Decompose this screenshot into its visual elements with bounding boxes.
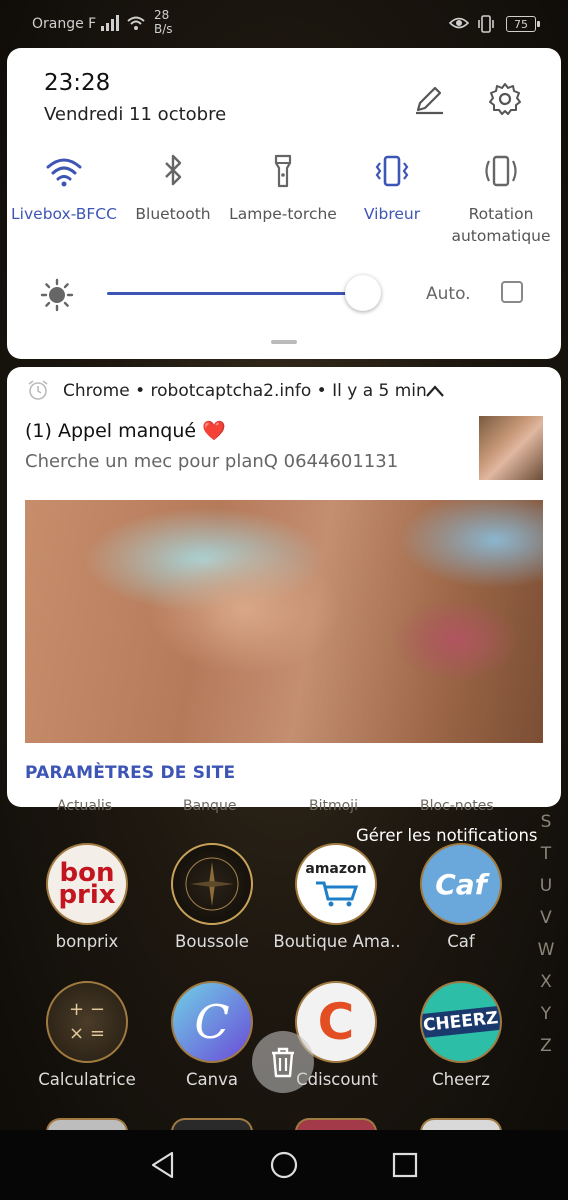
recents-icon[interactable] [390,1150,420,1180]
app-label: Caf [447,932,475,951]
status-bar: Orange F 28 B/s 75 [0,0,568,48]
caf-logo: Caf [435,867,487,901]
wifi-icon [46,158,82,187]
home-icon[interactable] [269,1150,299,1180]
delete-button[interactable] [252,1031,314,1093]
wifi-status-icon [127,16,145,30]
peek-app-label: Actualis [57,798,113,814]
navigation-bar [0,1130,568,1200]
alphabet-letter[interactable]: X [535,966,557,998]
canva-logo: C [194,995,230,1049]
tile-flashlight-label: Lampe-torche [229,205,337,223]
alarm-clock-icon [28,380,48,400]
app-cheerz[interactable]: CHEERZ [420,981,502,1063]
alphabet-letter[interactable]: U [535,870,557,902]
heart-emoji: ❤️ [202,420,226,442]
clock-date: Vendredi 11 octobre [44,104,227,125]
rotation-icon [485,155,517,187]
tile-bluetooth[interactable]: Bluetooth [117,153,229,225]
chevron-up-icon[interactable] [425,383,445,399]
notification-header: Chrome • robotcaptcha2.info • Il y a 5 m… [63,381,427,401]
tile-auto-rotate[interactable]: Rotation automatique [445,153,557,247]
auto-brightness-checkbox[interactable] [501,281,523,303]
brightness-sun-icon [40,278,74,312]
edit-pencil-icon[interactable] [412,82,446,116]
alphabet-index[interactable]: S T U V W X Y Z [535,806,557,1062]
notification-title: (1) Appel manqué ❤️ [25,419,226,442]
alphabet-letter[interactable]: T [535,838,557,870]
cdiscount-logo: C [317,993,355,1051]
tile-vibrate-label: Vibreur [363,205,421,223]
app-label: Boutique Ama.. [273,932,401,951]
tile-flashlight[interactable]: Lampe-torche [227,153,339,225]
notification-thumbnail [479,416,543,480]
vibrate-status-icon [478,15,494,33]
app-caf[interactable]: Caf [420,843,502,925]
app-label: Boussole [175,932,249,951]
carrier-name: Orange F [32,16,97,32]
clock-time: 23:28 [44,70,111,96]
tile-auto-rotate-label-line2: automatique [451,227,551,245]
brightness-slider-track[interactable] [107,292,357,295]
chrome-notification[interactable]: Chrome • robotcaptcha2.info • Il y a 5 m… [7,367,561,807]
signal-icon [101,15,119,31]
trash-icon [272,1047,294,1078]
quick-settings-panel: 23:28 Vendredi 11 octobre Livebox-BFCC B… [7,48,561,359]
network-speed: 28 B/s [154,8,173,36]
app-label: Cheerz [432,1070,490,1089]
manage-notifications-link[interactable]: Gérer les notifications [356,826,538,845]
alphabet-letter[interactable]: W [535,934,557,966]
app-label: Calculatrice [38,1070,136,1089]
tile-wifi-label: Livebox-BFCC [11,205,117,223]
peek-app-label: Bloc-notes [420,798,494,814]
shopping-cart-icon [316,881,359,907]
app-amazon-shop[interactable]: amazon [295,843,377,925]
network-speed-unit: B/s [154,22,173,36]
auto-brightness-label: Auto. [426,284,471,304]
alphabet-letter[interactable]: Z [535,1030,557,1062]
alphabet-letter[interactable]: Y [535,998,557,1030]
tile-bluetooth-label: Bluetooth [135,205,211,223]
network-speed-value: 28 [154,8,170,22]
bonprix-logo-bottom: prix [58,880,116,910]
app-label: bonprix [55,932,119,951]
vibrate-icon [375,155,409,187]
bluetooth-icon [165,154,182,186]
app-compass[interactable] [171,843,253,925]
cheerz-logo: CHEERZ [422,1005,500,1039]
peek-app-label: Banque [183,798,237,814]
back-icon[interactable] [148,1150,178,1180]
calculator-icon: + − × = [69,999,105,1044]
eye-comfort-icon [449,17,469,29]
alphabet-letter[interactable]: V [535,902,557,934]
app-calculator[interactable]: + − × = [46,981,128,1063]
gear-icon[interactable] [487,81,523,117]
notification-big-picture [25,500,543,743]
compass-icon [185,857,239,911]
amazon-logo-text: amazon [305,861,367,877]
site-settings-button[interactable]: PARAMÈTRES DE SITE [25,763,235,783]
battery-icon: 75 [506,16,540,32]
app-canva[interactable]: C [171,981,253,1063]
peek-app-label: Bitmoji [309,798,358,814]
app-bonprix[interactable]: bon prix [46,843,128,925]
tile-auto-rotate-label: Rotation automatique [445,203,557,247]
brightness-slider-thumb[interactable] [345,275,381,311]
tile-auto-rotate-label-line1: Rotation [468,205,534,223]
notification-title-text: (1) Appel manqué [25,420,197,442]
tile-wifi[interactable]: Livebox-BFCC [8,153,120,225]
flashlight-icon [274,154,292,188]
alphabet-letter[interactable]: S [535,806,557,838]
panel-drag-handle[interactable] [271,340,297,344]
notification-body: Cherche un mec pour planQ 0644601131 [25,451,399,472]
tile-vibrate[interactable]: Vibreur [336,153,448,225]
